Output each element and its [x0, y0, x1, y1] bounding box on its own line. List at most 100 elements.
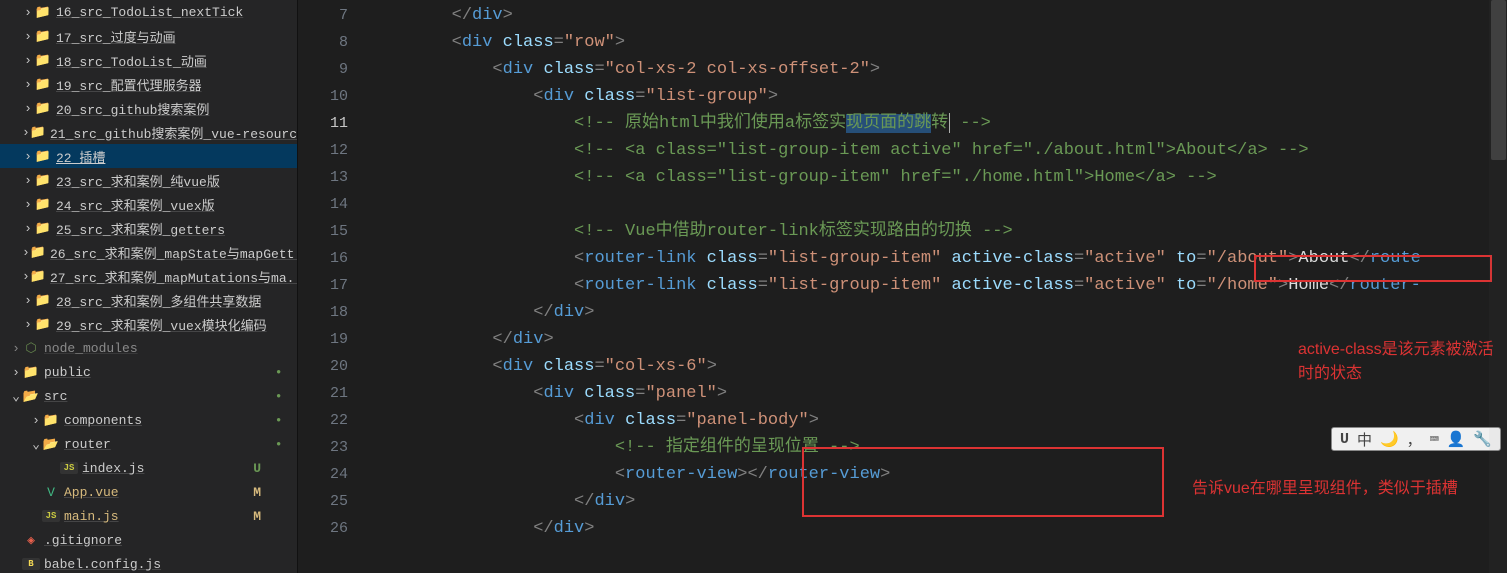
- line-number: 26: [298, 515, 370, 542]
- folder-icon: 📁: [34, 221, 52, 236]
- annotation-text-routerview: 告诉vue在哪里呈现组件，类似于插槽: [1192, 474, 1458, 498]
- line-number: 10: [298, 83, 370, 110]
- chevron-icon: ›: [22, 269, 30, 284]
- tree-item-src[interactable]: ⌄📂 src: [0, 384, 297, 408]
- tree-item-router[interactable]: ⌄📂router: [0, 432, 297, 456]
- tree-item-label: 19_src_配置代理服务器: [56, 75, 202, 94]
- tree-item-19_src_-[interactable]: ›📁19_src_配置代理服务器: [0, 72, 297, 96]
- tree-item-label: .gitignore: [44, 533, 122, 548]
- ime-u-icon[interactable]: U: [1340, 431, 1349, 448]
- line-number: 19: [298, 326, 370, 353]
- file-explorer[interactable]: ›📁16_src_TodoList_nextTick›📁17_src_过度与动画…: [0, 0, 298, 573]
- tree-item-22_-[interactable]: ›📁 22_插槽: [0, 144, 297, 168]
- tree-item-label: 17_src_过度与动画: [56, 27, 176, 46]
- code-line[interactable]: <div class="row">: [370, 29, 1507, 56]
- nm-icon: ⬡: [22, 341, 40, 356]
- tree-item-label: 29_src_求和案例_vuex模块化编码: [56, 315, 267, 334]
- ime-toolbar[interactable]: U 中 🌙 ， ⌨ 👤 🔧: [1331, 427, 1501, 451]
- folder-icon: 📁: [34, 149, 52, 164]
- chevron-icon: ›: [22, 149, 34, 164]
- chevron-icon: ›: [22, 245, 30, 260]
- folder-icon: 📁: [34, 197, 52, 212]
- code-line[interactable]: <!-- <a class="list-group-item" href="./…: [370, 164, 1507, 191]
- tree-item-babel-config-js[interactable]: Bbabel.config.js: [0, 552, 297, 573]
- code-line[interactable]: <div class="panel">: [370, 380, 1507, 407]
- tree-item-app-vue[interactable]: VApp.vueM: [0, 480, 297, 504]
- git-status-M: M: [253, 485, 261, 500]
- code-line[interactable]: <div class="col-xs-2 col-xs-offset-2">: [370, 56, 1507, 83]
- chevron-icon: ›: [22, 125, 30, 140]
- line-number: 24: [298, 461, 370, 488]
- tree-item-label: router: [64, 437, 111, 452]
- line-number-gutter: 7891011121314151617181920212223242526: [298, 0, 370, 573]
- code-line[interactable]: </div>: [370, 515, 1507, 542]
- tree-item-label: 22_插槽: [56, 147, 105, 166]
- git-status-U: U: [253, 461, 261, 476]
- tree-item-label: 28_src_求和案例_多组件共享数据: [56, 291, 261, 310]
- tree-item--gitignore[interactable]: ◈ .gitignore: [0, 528, 297, 552]
- tree-item-label: main.js: [64, 509, 119, 524]
- tree-item-17_src_-[interactable]: ›📁 17_src_过度与动画: [0, 24, 297, 48]
- tree-item-components[interactable]: ›📁components: [0, 408, 297, 432]
- ime-lang-icon[interactable]: 中: [1357, 429, 1372, 450]
- tree-item-26_src_-_mapstate-mapgett-[interactable]: ›📁26_src_求和案例_mapState与mapGett...: [0, 240, 297, 264]
- folder-icon: 📁: [42, 413, 60, 428]
- js-icon: JS: [42, 510, 60, 522]
- tree-item-25_src_-_getters[interactable]: ›📁25_src_求和案例_getters: [0, 216, 297, 240]
- tree-item-28_src_-_-[interactable]: ›📁28_src_求和案例_多组件共享数据: [0, 288, 297, 312]
- folder-icon: 📁: [34, 293, 52, 308]
- tree-item-23_src_-_-vue-[interactable]: ›📁23_src_求和案例_纯vue版: [0, 168, 297, 192]
- tree-item-label: index.js: [82, 461, 144, 476]
- folder-icon: 📁: [22, 365, 40, 380]
- tree-item-27_src_-_mapmutations-ma-[interactable]: ›📁 27_src_求和案例_mapMutations与ma...: [0, 264, 297, 288]
- tree-item-label: 27_src_求和案例_mapMutations与ma...: [50, 267, 297, 286]
- editor-scrollbar[interactable]: [1489, 0, 1507, 573]
- ime-moon-icon[interactable]: 🌙: [1380, 430, 1399, 449]
- folder-icon: 📁: [30, 269, 46, 284]
- folder-icon: 📁: [34, 29, 52, 44]
- code-line[interactable]: [370, 191, 1507, 218]
- tree-item-21_src_github-_vue-resource[interactable]: ›📁21_src_github搜索案例_vue-resource: [0, 120, 297, 144]
- folder-open-icon: 📂: [22, 389, 40, 404]
- chevron-icon: ›: [22, 29, 34, 44]
- annotation-text-activeclass: active-class是该元素被激活时的状态: [1298, 335, 1507, 383]
- babel-icon: B: [22, 558, 40, 570]
- tree-item-29_src_-_vuex-[interactable]: ›📁29_src_求和案例_vuex模块化编码: [0, 312, 297, 336]
- vue-icon: V: [42, 485, 60, 500]
- tree-item-20_src_github-[interactable]: ›📁20_src_github搜索案例: [0, 96, 297, 120]
- folder-icon: 📁: [34, 5, 52, 20]
- code-line[interactable]: <div class="list-group">: [370, 83, 1507, 110]
- code-line[interactable]: </div>: [370, 299, 1507, 326]
- code-line[interactable]: <!-- <a class="list-group-item active" h…: [370, 137, 1507, 164]
- folder-icon: 📁: [30, 245, 46, 260]
- tree-item-label: 25_src_求和案例_getters: [56, 219, 225, 238]
- tree-item-label: 23_src_求和案例_纯vue版: [56, 171, 220, 190]
- tree-item-24_src_-_vuex-[interactable]: ›📁24_src_求和案例_vuex版: [0, 192, 297, 216]
- folder-icon: 📁: [34, 173, 52, 188]
- code-line[interactable]: <!-- 原始html中我们使用a标签实现页面的跳转 -->: [370, 110, 1507, 137]
- tree-item-main-js[interactable]: JS main.js M: [0, 504, 297, 528]
- code-line[interactable]: <router-link class="list-group-item" act…: [370, 272, 1507, 299]
- chevron-icon: ›: [10, 365, 22, 380]
- tree-item-index-js[interactable]: JSindex.jsU: [0, 456, 297, 480]
- ime-punct-icon[interactable]: ，: [1407, 429, 1422, 450]
- ime-user-icon[interactable]: 👤: [1447, 430, 1466, 449]
- tree-item-label: 18_src_TodoList_动画: [56, 51, 207, 70]
- tree-item-18_src_todolist_-[interactable]: ›📁18_src_TodoList_动画: [0, 48, 297, 72]
- git-icon: ◈: [22, 533, 40, 548]
- code-line[interactable]: <router-link class="list-group-item" act…: [370, 245, 1507, 272]
- code-line[interactable]: <!-- Vue中借助router-link标签实现路由的切换 -->: [370, 218, 1507, 245]
- line-number: 11: [298, 110, 370, 137]
- git-status-M: M: [253, 509, 261, 524]
- tree-item-label: src: [44, 389, 67, 404]
- tree-item-node_modules[interactable]: ›⬡node_modules: [0, 336, 297, 360]
- tree-item-public[interactable]: ›📁public: [0, 360, 297, 384]
- tree-item-16_src_todolist_nexttick[interactable]: ›📁16_src_TodoList_nextTick: [0, 0, 297, 24]
- line-number: 20: [298, 353, 370, 380]
- line-number: 21: [298, 380, 370, 407]
- code-editor[interactable]: 7891011121314151617181920212223242526 </…: [298, 0, 1507, 573]
- ime-keyboard-icon[interactable]: ⌨: [1430, 430, 1439, 449]
- line-number: 9: [298, 56, 370, 83]
- code-line[interactable]: </div>: [370, 2, 1507, 29]
- chevron-icon: ⌄: [10, 389, 22, 404]
